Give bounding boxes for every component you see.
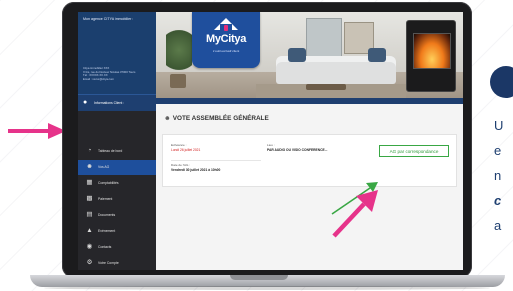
- sidebar-item-vos-ag[interactable]: ☻ Vos AG: [78, 160, 156, 175]
- wall-frame-image: [306, 18, 342, 58]
- users-icon: ☻: [86, 163, 93, 170]
- sidebar-item-comptabilites[interactable]: ▦ Comptabilités: [78, 176, 156, 191]
- place-value: PAR AUDIO OU VISIO CONFERENCE...: [267, 148, 328, 152]
- laptop-notch: [230, 275, 288, 280]
- deadline-label: Echéance :: [171, 143, 187, 147]
- mycitya-logo[interactable]: MyCitya L'outil exclusif client: [192, 12, 260, 68]
- plant-image: [166, 30, 192, 80]
- ag-date-value: Vendredi 30 juillet 2021 à 10h00: [171, 168, 221, 172]
- logo-tagline: L'outil exclusif client: [212, 49, 240, 53]
- ag-date-label: Date de l'AG :: [171, 163, 191, 167]
- calculator-icon: ▦: [86, 179, 93, 186]
- page-title: ☻ VOTE ASSEMBLÉE GÉNÉRALE: [164, 115, 269, 122]
- users-icon: ☻: [164, 115, 171, 122]
- logo-wordmark: MyCitya: [205, 33, 247, 45]
- header-banner: MyCitya L'outil exclusif client: [156, 12, 463, 104]
- pink-arrow-left-icon: [8, 123, 66, 139]
- blurb-line: e: [494, 143, 502, 158]
- house-door-icon: [224, 25, 228, 31]
- sidebar-item-label: Documents: [98, 213, 116, 217]
- cushion-image: [368, 48, 386, 62]
- plant-pot-image: [170, 74, 186, 88]
- main-content: ☻ VOTE ASSEMBLÉE GÉNÉRALE Echéance : Lund…: [156, 104, 463, 270]
- document-icon: ▤: [86, 211, 93, 218]
- gear-icon: ⚙: [86, 259, 93, 266]
- agency-title: Mon agence CITYA immobilier :: [83, 17, 134, 21]
- place-label: Lieu :: [267, 143, 275, 147]
- sidebar-item-votre-compte[interactable]: ⚙ Votre Compte: [78, 256, 156, 270]
- sidebar-item-label: Paiement: [98, 197, 113, 201]
- blurb-line-emphasis: c: [494, 193, 502, 208]
- sidebar-item-label: Vos AG: [98, 165, 110, 169]
- chat-icon: ◉: [86, 243, 93, 250]
- dashboard-icon: ◔: [87, 147, 92, 154]
- sidebar-item-evenement[interactable]: ▲ Evènement: [78, 224, 156, 239]
- blurb-line: U: [494, 118, 504, 133]
- sidebar-item-label: Evènement: [98, 229, 116, 233]
- ag-card: Echéance : Lundi 26 juillet 2021 Date de…: [162, 134, 457, 187]
- laptop-shadow: [44, 286, 490, 290]
- ag-par-correspondance-button[interactable]: AG par correspondance: [379, 145, 449, 157]
- client-info-bar[interactable]: ● Informations Client :: [78, 94, 156, 111]
- blurb-line: n: [494, 168, 502, 183]
- deadline-value: Lundi 26 juillet 2021: [171, 148, 201, 152]
- stove-fire-image: [413, 33, 451, 69]
- agency-address-line[interactable]: Email : xxxxx@citya.com: [83, 78, 153, 82]
- sidebar-item-documents[interactable]: ▤ Documents: [78, 208, 156, 223]
- laptop-screen: Mon agence CITYA immobilier : Citya immo…: [78, 12, 463, 270]
- coffee-table-image: [306, 84, 346, 90]
- sidebar-item-dashboard[interactable]: ◔ Tableau de bord: [78, 144, 156, 159]
- sidebar-item-label: Contacts: [98, 245, 112, 249]
- blurb-line: a: [494, 218, 502, 233]
- sidebar: Mon agence CITYA immobilier : Citya immo…: [78, 12, 156, 270]
- sidebar-item-paiement[interactable]: ▩ Paiement: [78, 192, 156, 207]
- client-info-label: Informations Client :: [94, 101, 125, 105]
- sidebar-item-label: Tableau de bord: [98, 149, 123, 153]
- agency-block: Mon agence CITYA immobilier : Citya immo…: [78, 12, 156, 94]
- agency-address: Citya immobilier XXX X bis, rue du Docte…: [83, 67, 153, 81]
- wood-stove-image: [406, 20, 456, 92]
- cart-icon: ▩: [86, 195, 93, 202]
- pink-arrow-diagonal-icon: [332, 190, 378, 238]
- warning-icon: ▲: [86, 227, 93, 234]
- sidebar-item-label: Votre Compte: [98, 261, 119, 265]
- sidebar-item-contacts[interactable]: ◉ Contacts: [78, 240, 156, 255]
- card-divider: [171, 160, 261, 161]
- cushion-image: [288, 48, 306, 62]
- user-icon: ●: [83, 99, 88, 106]
- sidebar-item-label: Comptabilités: [98, 181, 119, 185]
- page-title-text: VOTE ASSEMBLÉE GÉNÉRALE: [172, 115, 269, 122]
